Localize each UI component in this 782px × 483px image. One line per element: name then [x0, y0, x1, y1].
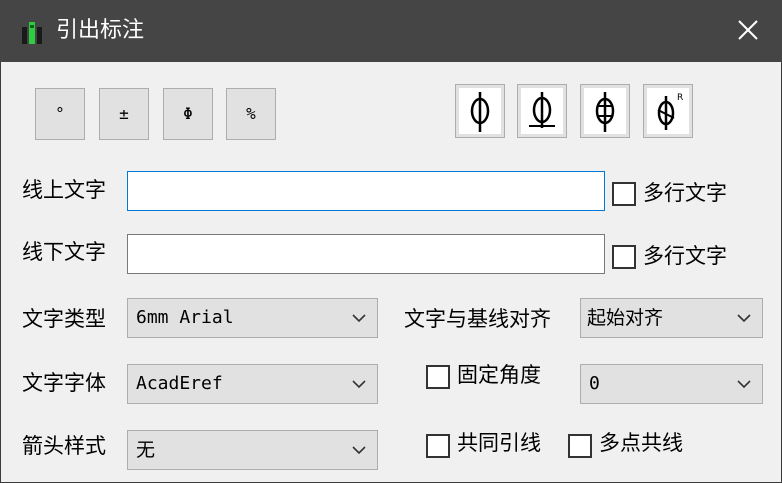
- below-multiline-checkbox[interactable]: [612, 245, 636, 269]
- text-font-value: AcadEref: [136, 373, 223, 394]
- text-font-label: 文字字体: [22, 371, 106, 395]
- arrow-style-dropdown[interactable]: 无: [127, 430, 378, 470]
- chevron-down-icon: [352, 446, 366, 455]
- chevron-down-icon: [737, 380, 751, 389]
- multi-point-label: 多点共线: [599, 431, 683, 455]
- multi-point-checkbox[interactable]: [568, 434, 592, 458]
- text-font-dropdown[interactable]: AcadEref: [127, 364, 378, 404]
- above-multiline-label: 多行文字: [643, 181, 727, 205]
- window-title: 引出标注: [56, 18, 145, 43]
- leader-style-3-button[interactable]: [580, 84, 630, 138]
- below-text-field[interactable]: [127, 234, 605, 274]
- title-bar: 引出标注: [0, 0, 782, 62]
- fixed-angle-checkbox[interactable]: [426, 365, 450, 389]
- leader-style-2-button[interactable]: [517, 84, 567, 138]
- svg-text:R: R: [677, 93, 683, 103]
- arrow-style-value: 无: [136, 439, 156, 461]
- text-style-dropdown[interactable]: 6mm Arial: [127, 298, 378, 338]
- text-style-label: 文字类型: [22, 307, 106, 331]
- fixed-angle-dropdown[interactable]: 0: [580, 364, 763, 404]
- baseline-align-dropdown[interactable]: 起始对齐: [580, 298, 763, 338]
- close-button[interactable]: [724, 12, 770, 50]
- common-leader-checkbox[interactable]: [426, 434, 450, 458]
- degree-symbol-button[interactable]: °: [35, 88, 85, 140]
- fixed-angle-label: 固定角度: [457, 363, 541, 387]
- leader-style-3-icon: [595, 92, 615, 132]
- leader-style-1-button[interactable]: [455, 84, 505, 138]
- above-text-label: 线上文字: [22, 178, 106, 202]
- below-multiline-label: 多行文字: [643, 244, 727, 268]
- above-text-field[interactable]: [127, 171, 605, 211]
- chevron-down-icon: [352, 314, 366, 323]
- leader-style-1-icon: [470, 92, 490, 132]
- app-icon: [22, 22, 42, 44]
- common-leader-label: 共同引线: [457, 431, 541, 455]
- percent-symbol-button[interactable]: %: [226, 88, 276, 140]
- arrow-style-label: 箭头样式: [22, 434, 106, 458]
- leader-style-4-icon: R: [657, 93, 683, 130]
- above-multiline-checkbox[interactable]: [612, 182, 636, 206]
- chevron-down-icon: [352, 380, 366, 389]
- chevron-down-icon: [737, 314, 751, 323]
- above-text-input[interactable]: [128, 172, 604, 210]
- fixed-angle-value: 0: [589, 373, 600, 394]
- leader-style-2-icon: [529, 92, 555, 128]
- baseline-align-label: 文字与基线对齐: [404, 307, 551, 331]
- diameter-symbol-button[interactable]: Φ: [163, 88, 213, 140]
- leader-style-4-button[interactable]: R: [643, 84, 693, 138]
- text-style-value: 6mm Arial: [136, 307, 234, 328]
- baseline-align-value: 起始对齐: [587, 307, 664, 329]
- plus-minus-symbol-button[interactable]: ±: [99, 88, 149, 140]
- close-icon: [738, 20, 758, 40]
- below-text-label: 线下文字: [22, 240, 106, 264]
- below-text-input[interactable]: [128, 235, 604, 273]
